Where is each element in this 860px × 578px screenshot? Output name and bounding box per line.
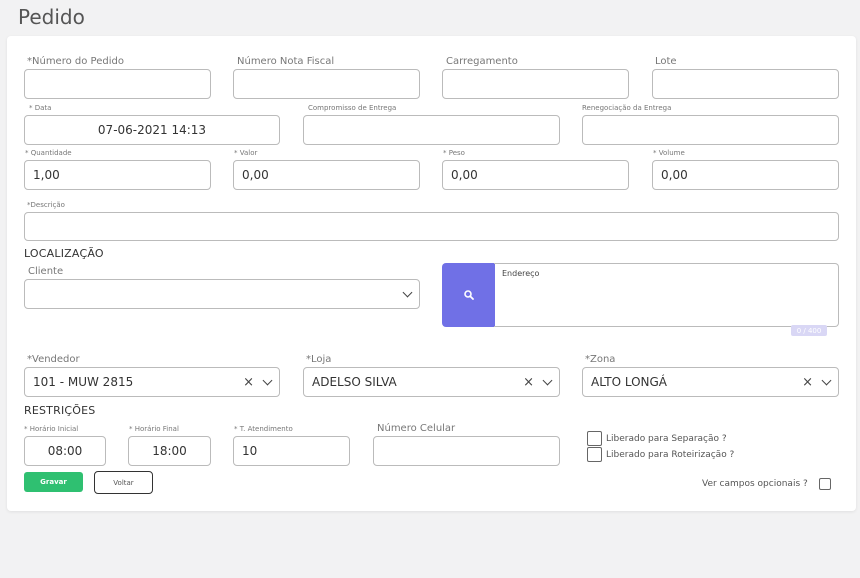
horario-inicial-label: * Horário Inicial bbox=[24, 425, 79, 433]
chevron-down-icon[interactable] bbox=[262, 375, 273, 385]
page-title: Pedido bbox=[18, 5, 85, 29]
restricoes-heading: RESTRIÇÕES bbox=[24, 404, 96, 417]
clear-icon[interactable]: × bbox=[243, 376, 254, 389]
loja-select[interactable]: ADELSO SILVA × bbox=[303, 367, 560, 397]
peso-input[interactable]: 0,00 bbox=[442, 160, 629, 190]
liberado-roteirizacao-label: Liberado para Roteirização ? bbox=[606, 450, 735, 460]
zona-value: ALTO LONGÁ bbox=[591, 375, 668, 389]
nota-fiscal-label: Número Nota Fiscal bbox=[237, 56, 335, 67]
cliente-select-icons bbox=[402, 280, 413, 308]
zona-select[interactable]: ALTO LONGÁ × bbox=[582, 367, 839, 397]
search-icon bbox=[463, 290, 474, 300]
zona-label: *Zona bbox=[585, 354, 616, 365]
renegociacao-label: Renegociação da Entrega bbox=[582, 104, 672, 112]
celular-label: Número Celular bbox=[377, 423, 456, 434]
back-button[interactable]: Voltar bbox=[94, 471, 153, 494]
numero-pedido-label: *Número do Pedido bbox=[27, 56, 124, 67]
cliente-select[interactable] bbox=[24, 279, 420, 309]
save-button[interactable]: Gravar bbox=[24, 472, 83, 492]
valor-input[interactable]: 0,00 bbox=[233, 160, 420, 190]
compromisso-label: Compromisso de Entrega bbox=[308, 104, 397, 112]
nota-fiscal-input[interactable] bbox=[233, 69, 420, 99]
volume-input[interactable]: 0,00 bbox=[652, 160, 839, 190]
address-search-button[interactable] bbox=[442, 263, 495, 327]
peso-label: * Peso bbox=[443, 149, 465, 157]
quantidade-label: * Quantidade bbox=[25, 149, 72, 157]
valor-label: * Valor bbox=[234, 149, 258, 157]
descricao-input[interactable] bbox=[24, 212, 839, 241]
zona-select-icons: × bbox=[802, 368, 832, 396]
celular-input[interactable] bbox=[373, 436, 560, 466]
loja-label: *Loja bbox=[306, 354, 332, 365]
renegociacao-input[interactable] bbox=[582, 115, 839, 145]
char-counter: 0 / 400 bbox=[791, 325, 827, 336]
vendedor-label: *Vendedor bbox=[27, 354, 80, 365]
numero-pedido-input[interactable] bbox=[24, 69, 211, 99]
compromisso-input[interactable] bbox=[303, 115, 560, 145]
vendedor-select-icons: × bbox=[243, 368, 273, 396]
lote-label: Lote bbox=[655, 56, 677, 67]
data-label: * Data bbox=[29, 104, 52, 112]
loja-value: ADELSO SILVA bbox=[312, 375, 397, 389]
data-input[interactable]: 07-06-2021 14:13 bbox=[24, 115, 280, 145]
liberado-separacao-checkbox[interactable] bbox=[587, 431, 602, 446]
atendimento-label: * T. Atendimento bbox=[234, 425, 293, 433]
chevron-down-icon[interactable] bbox=[402, 287, 413, 297]
optional-fields-checkbox[interactable] bbox=[819, 478, 831, 490]
vendedor-value: 101 - MUW 2815 bbox=[33, 375, 134, 389]
endereco-label: Endereço bbox=[502, 269, 540, 278]
localizacao-heading: LOCALIZAÇÃO bbox=[24, 247, 104, 260]
cliente-label: Cliente bbox=[28, 266, 64, 277]
chevron-down-icon[interactable] bbox=[542, 375, 553, 385]
carregamento-input[interactable] bbox=[442, 69, 629, 99]
loja-select-icons: × bbox=[523, 368, 553, 396]
endereco-textarea[interactable]: Endereço bbox=[494, 263, 839, 327]
atendimento-input[interactable]: 10 bbox=[233, 436, 350, 466]
descricao-label: *Descrição bbox=[27, 201, 65, 209]
clear-icon[interactable]: × bbox=[523, 376, 534, 389]
optional-fields-label: Ver campos opcionais ? bbox=[702, 479, 808, 489]
chevron-down-icon[interactable] bbox=[821, 375, 832, 385]
liberado-separacao-label: Liberado para Separação ? bbox=[606, 434, 727, 444]
lote-input[interactable] bbox=[652, 69, 839, 99]
horario-final-label: * Horário Final bbox=[129, 425, 179, 433]
carregamento-label: Carregamento bbox=[446, 56, 518, 67]
horario-final-input[interactable]: 18:00 bbox=[128, 436, 211, 466]
quantidade-input[interactable]: 1,00 bbox=[24, 160, 211, 190]
vendedor-select[interactable]: 101 - MUW 2815 × bbox=[24, 367, 280, 397]
clear-icon[interactable]: × bbox=[802, 376, 813, 389]
liberado-roteirizacao-checkbox[interactable] bbox=[587, 447, 602, 462]
horario-inicial-input[interactable]: 08:00 bbox=[24, 436, 106, 466]
volume-label: * Volume bbox=[653, 149, 685, 157]
